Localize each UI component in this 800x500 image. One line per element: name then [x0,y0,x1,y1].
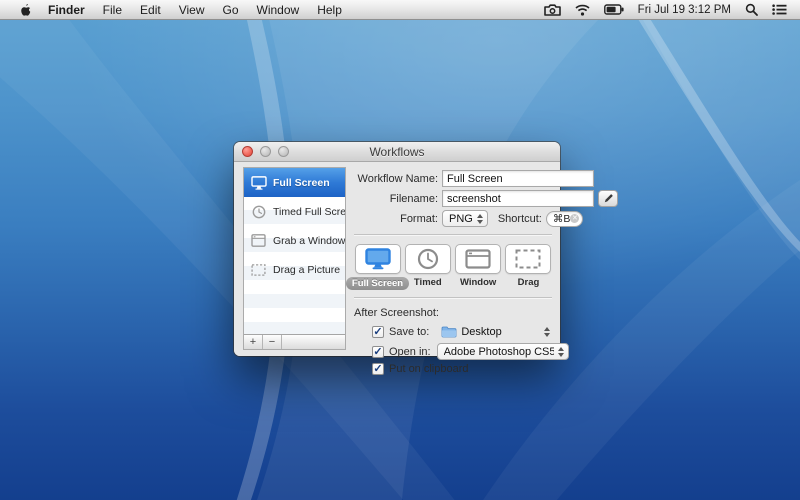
popup-arrows-icon [554,347,568,357]
display-icon [250,175,267,190]
popup-arrows-icon [473,214,487,224]
sidebar-item-label: Timed Full Screen [273,206,345,218]
save-to-value: Desktop [461,326,501,338]
clipboard-label: Put on clipboard [389,363,469,375]
save-to-checkbox[interactable]: ✓ [372,326,384,338]
list-menu-extra[interactable] [767,0,792,20]
menu-item-view[interactable]: View [170,0,214,20]
sidebar-item-full-screen[interactable]: Full Screen [244,168,345,197]
close-button[interactable] [242,146,253,157]
menu-item-go[interactable]: Go [214,0,248,20]
sidebar-item-label: Full Screen [273,177,330,189]
menu-item-window[interactable]: Window [248,0,309,20]
open-in-label: Open in: [389,346,431,358]
clock-icon [250,204,267,219]
window-content: Full Screen Timed Full Screen [234,162,560,356]
save-to-popup[interactable]: Desktop [435,323,552,340]
open-in-value: Adobe Photoshop CS5 [444,346,554,358]
filename-label: Filename: [354,193,442,205]
folder-icon [441,326,457,338]
workflow-name-label: Workflow Name: [354,173,442,185]
menu-bar-clock[interactable]: Fri Jul 19 3:12 PM [633,4,736,16]
type-label-drag: Drag [518,277,540,288]
clear-shortcut-icon[interactable]: ✕ [570,214,579,223]
search-icon [745,3,758,16]
filename-input[interactable] [442,190,594,207]
type-button-window[interactable] [455,244,501,274]
type-label-window: Window [460,277,496,288]
menu-item-help[interactable]: Help [308,0,351,20]
type-button-full-screen[interactable] [355,244,401,274]
window-icon [465,249,491,269]
popup-arrows-icon [544,327,550,337]
camera-icon [544,4,561,16]
apple-menu[interactable] [10,0,39,20]
minimize-button[interactable] [260,146,271,157]
clock-icon [417,248,439,270]
sidebar-item-grab-a-window[interactable]: Grab a Window [244,226,345,255]
list-footer-bar: + − [244,334,345,349]
workflows-window: Workflows Full Screen [234,142,560,356]
after-screenshot-heading: After Screenshot: [354,307,552,319]
list-menu-icon [772,4,787,15]
save-to-row: ✓ Save to: Desktop [372,323,552,340]
shortcut-field[interactable]: ⌘B ✕ [546,211,584,227]
sidebar-item-label: Drag a Picture [273,264,340,276]
capture-type-buttons: Full Screen Timed [354,244,552,290]
spotlight-menu[interactable] [740,0,763,20]
remove-workflow-button[interactable]: − [263,335,282,349]
pen-icon [603,193,614,204]
workflow-detail-panel: Workflow Name: Filename: Format: PNG [354,170,552,378]
format-label: Format: [354,213,442,225]
window-icon [250,233,267,248]
selection-icon [250,262,267,277]
battery-icon [604,4,624,15]
type-label-timed: Timed [414,277,442,288]
sidebar-item-label: Grab a Window [273,235,345,247]
menu-item-finder[interactable]: Finder [39,0,94,20]
menu-item-file[interactable]: File [94,0,131,20]
type-button-timed[interactable] [405,244,451,274]
selection-icon [515,249,541,269]
add-workflow-button[interactable]: + [244,335,263,349]
menu-item-edit[interactable]: Edit [131,0,170,20]
open-in-row: ✓ Open in: Adobe Photoshop CS5 [372,343,552,360]
menu-bar: Finder File Edit View Go Window Help [0,0,800,20]
display-icon [365,248,391,270]
workflow-list: Full Screen Timed Full Screen [243,167,346,350]
wifi-icon [575,4,590,16]
type-label-full-screen: Full Screen [346,277,409,290]
save-to-label: Save to: [389,326,429,338]
type-button-drag[interactable] [505,244,551,274]
workflow-name-input[interactable] [442,170,594,187]
wifi-menu-extra[interactable] [570,0,595,20]
zoom-button[interactable] [278,146,289,157]
format-value: PNG [449,213,473,225]
open-in-checkbox[interactable]: ✓ [372,346,384,358]
camera-menu-extra[interactable] [539,0,566,20]
sidebar-item-timed-full-screen[interactable]: Timed Full Screen [244,197,345,226]
workflow-list-rows: Full Screen Timed Full Screen [244,168,345,334]
clipboard-row: ✓ Put on clipboard [372,363,552,375]
shortcut-label: Shortcut: [498,213,542,225]
sidebar-item-drag-a-picture[interactable]: Drag a Picture [244,255,345,284]
format-popup[interactable]: PNG [442,210,488,227]
battery-menu-extra[interactable] [599,0,629,20]
apple-icon [18,2,31,17]
shortcut-value: ⌘B [553,213,571,225]
open-in-popup[interactable]: Adobe Photoshop CS5 [437,343,569,360]
separator [354,297,552,299]
filename-token-button[interactable] [598,190,618,207]
clipboard-checkbox[interactable]: ✓ [372,363,384,375]
separator [354,234,552,236]
window-title-bar[interactable]: Workflows [234,142,560,162]
